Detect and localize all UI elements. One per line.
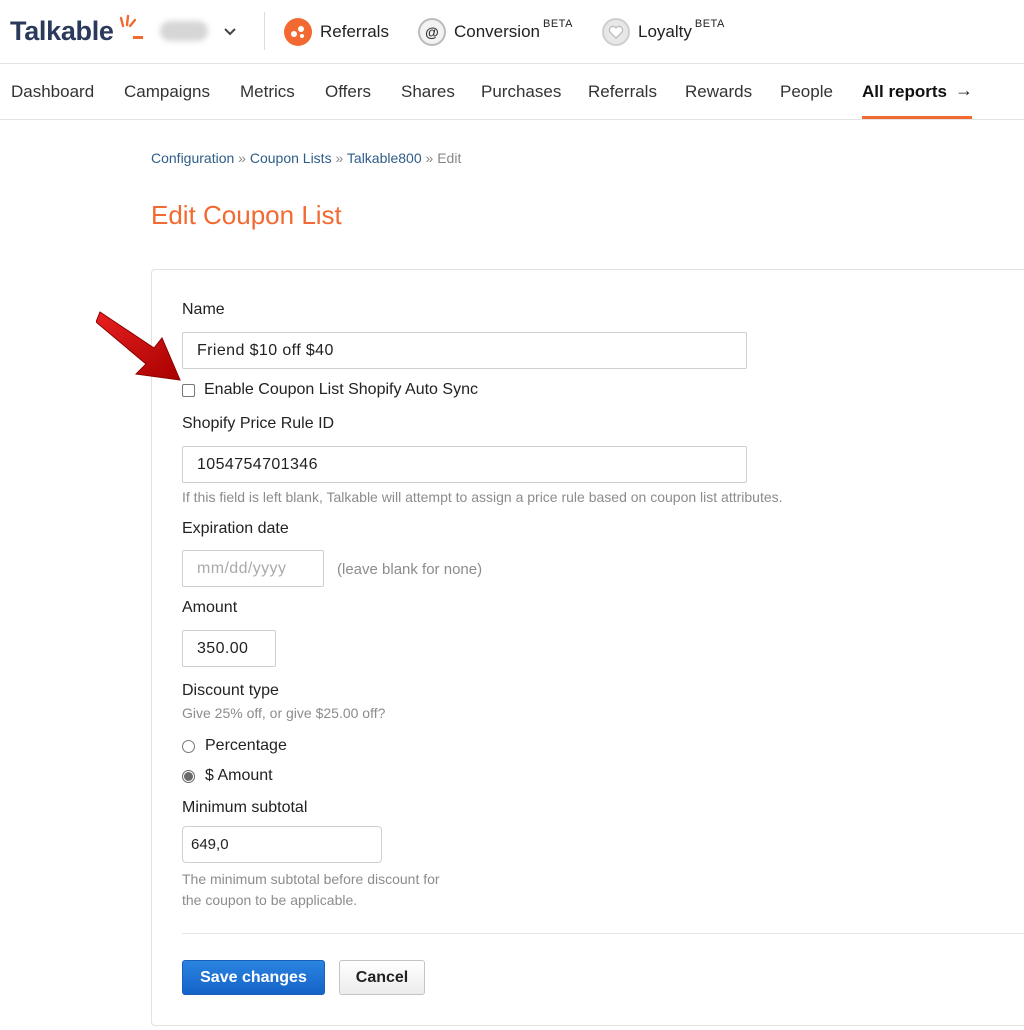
page-title: Edit Coupon List — [151, 200, 342, 230]
min-subtotal-input[interactable] — [182, 826, 382, 863]
auto-sync-row[interactable]: Enable Coupon List Shopify Auto Sync — [182, 381, 478, 399]
breadcrumb-current: Edit — [437, 150, 462, 166]
at-sign-icon: @ — [418, 18, 446, 46]
account-switcher[interactable] — [160, 18, 220, 44]
arrow-right-icon[interactable]: → — [955, 80, 973, 101]
price-rule-input[interactable] — [182, 446, 747, 483]
discount-type-label: Discount type — [182, 682, 279, 699]
breadcrumb-coupon-lists[interactable]: Coupon Lists — [250, 150, 332, 166]
price-rule-help: If this field is left blank, Talkable wi… — [182, 489, 783, 505]
auto-sync-label[interactable]: Enable Coupon List Shopify Auto Sync — [204, 381, 478, 399]
active-tab-indicator — [862, 116, 972, 119]
min-subtotal-help-line2: the coupon to be applicable. — [182, 892, 358, 908]
name-label: Name — [182, 301, 225, 318]
nav-campaigns[interactable]: Campaigns — [124, 82, 210, 102]
radio-amount[interactable] — [182, 769, 195, 783]
product-referrals[interactable]: Referrals — [284, 16, 389, 48]
referrals-icon — [284, 18, 312, 46]
nav-metrics[interactable]: Metrics — [240, 82, 295, 102]
nav-shares[interactable]: Shares — [401, 82, 455, 102]
logo-dash — [133, 36, 143, 39]
product-loyalty[interactable]: Loyalty BETA — [602, 16, 725, 48]
expiration-date-input[interactable] — [182, 550, 324, 587]
min-subtotal-label: Minimum subtotal — [182, 799, 308, 816]
radio-amount-label[interactable]: $ Amount — [205, 767, 273, 785]
save-changes-button[interactable]: Save changes — [182, 960, 325, 995]
breadcrumb: Configuration » Coupon Lists » Talkable8… — [151, 150, 461, 166]
product-conversion[interactable]: @ Conversion BETA — [418, 16, 573, 48]
discount-type-hint: Give 25% off, or give $25.00 off? — [182, 705, 386, 721]
radio-amount-row[interactable]: $ Amount — [182, 767, 273, 785]
nav-people[interactable]: People — [780, 82, 833, 102]
account-name-blurred — [160, 21, 208, 41]
nav-all-reports[interactable]: All reports — [862, 82, 947, 102]
red-arrow-icon — [96, 311, 181, 381]
expiration-label: Expiration date — [182, 520, 289, 537]
top-bar: Talkable Referrals @ Conversion BETA Loy… — [0, 0, 1024, 64]
chevron-down-icon[interactable] — [223, 25, 237, 39]
nav-referrals[interactable]: Referrals — [588, 82, 657, 102]
breadcrumb-configuration[interactable]: Configuration — [151, 150, 234, 166]
heart-icon — [602, 18, 630, 46]
radio-percentage-row[interactable]: Percentage — [182, 737, 287, 755]
cancel-button[interactable]: Cancel — [339, 960, 425, 995]
product-referrals-label: Referrals — [320, 22, 389, 41]
price-rule-label: Shopify Price Rule ID — [182, 415, 335, 432]
radio-percentage[interactable] — [182, 739, 195, 753]
product-loyalty-label: Loyalty — [638, 22, 692, 41]
name-input[interactable] — [182, 332, 747, 369]
nav-rewards[interactable]: Rewards — [685, 82, 752, 102]
form-divider — [182, 933, 1024, 934]
nav-dashboard[interactable]: Dashboard — [11, 82, 94, 102]
breadcrumb-separator: » — [335, 150, 344, 166]
product-conversion-label: Conversion — [454, 22, 540, 41]
nav-offers[interactable]: Offers — [325, 82, 371, 102]
amount-label: Amount — [182, 599, 238, 616]
radio-percentage-label[interactable]: Percentage — [205, 737, 287, 755]
talkable-logo[interactable]: Talkable — [10, 16, 114, 47]
logo-rays-icon — [119, 14, 137, 28]
min-subtotal-help-line1: The minimum subtotal before discount for — [182, 871, 440, 887]
breadcrumb-separator: » — [238, 150, 246, 166]
expiration-hint: (leave blank for none) — [337, 561, 483, 578]
amount-input[interactable] — [182, 630, 276, 667]
header-divider — [264, 12, 265, 50]
breadcrumb-talkable800[interactable]: Talkable800 — [347, 150, 422, 166]
main-nav: Dashboard Campaigns Metrics Offers Share… — [0, 64, 1024, 120]
beta-badge: BETA — [694, 18, 725, 30]
beta-badge: BETA — [543, 18, 573, 30]
nav-purchases[interactable]: Purchases — [481, 82, 561, 102]
breadcrumb-separator: » — [425, 150, 434, 166]
